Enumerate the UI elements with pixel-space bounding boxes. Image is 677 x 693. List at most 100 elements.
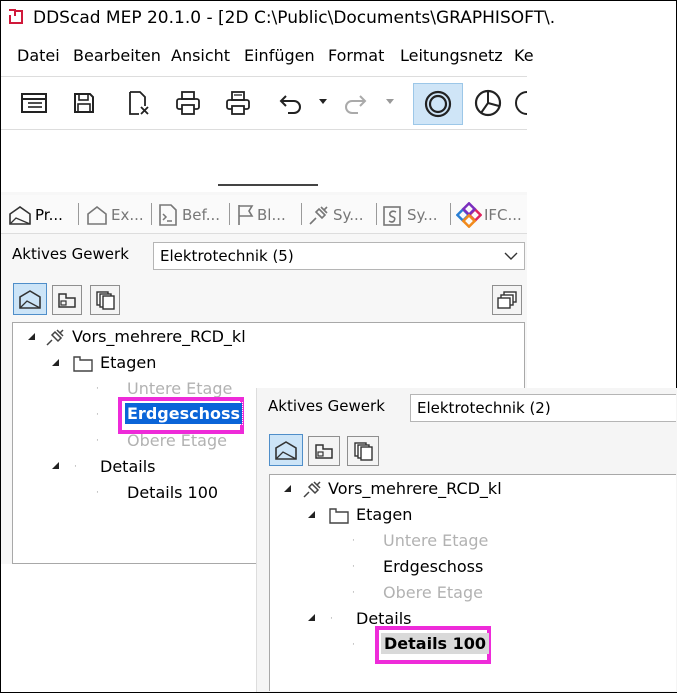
window-title: DDScad MEP 20.1.0 - [2D C:\Public\Docume… <box>33 8 556 28</box>
gewerk-select-2[interactable]: Elektrotechnik (2) <box>410 394 676 422</box>
tree-dot: · <box>352 640 355 650</box>
tab-ifc[interactable]: IFC... <box>456 201 522 229</box>
plug-icon <box>46 329 64 346</box>
circle-icon <box>424 90 452 118</box>
collapse-all-button[interactable] <box>492 285 522 315</box>
app-icon <box>8 9 24 25</box>
tree-dot: · <box>96 384 99 394</box>
building-view-button-2[interactable] <box>269 434 303 466</box>
save-icon <box>74 93 94 113</box>
tree-dot: · <box>74 462 77 472</box>
tree-dot: · <box>96 436 99 446</box>
menu-einfuegen[interactable]: Einfügen <box>244 46 315 65</box>
tree-details-100[interactable]: Details 100 <box>127 483 218 502</box>
command-document-icon <box>159 204 177 226</box>
plug-icon <box>303 481 321 498</box>
redo-button[interactable] <box>339 87 373 119</box>
tree-details-100-selected[interactable]: Details 100 <box>381 633 490 654</box>
folder-icon <box>329 508 349 524</box>
floor-view-button[interactable] <box>52 285 82 315</box>
menu-leitungsnetz[interactable]: Leitungsnetz <box>400 46 503 65</box>
tab-project[interactable]: Pr... <box>7 201 63 229</box>
floor-plan-icon <box>58 293 76 308</box>
tree-dot: · <box>330 614 333 624</box>
tab-system-2[interactable]: Sy... <box>381 201 438 229</box>
gewerk-select[interactable]: Elektrotechnik (5) <box>153 242 525 270</box>
menu-more[interactable]: Ke <box>514 46 534 65</box>
tree-untere-etage-2[interactable]: Untere Etage <box>383 531 488 550</box>
expand-arrow-icon[interactable] <box>52 462 59 469</box>
expand-arrow-icon[interactable] <box>284 485 291 492</box>
redo-icon <box>345 95 367 114</box>
tree-root-2[interactable]: Vors_mehrere_RCD_kl <box>328 479 502 498</box>
circle-view-button[interactable] <box>413 83 463 125</box>
pie-chart-icon <box>474 89 502 117</box>
expand-arrow-icon[interactable] <box>52 359 59 366</box>
redo-dropdown-icon[interactable] <box>386 99 394 104</box>
layers-view-button[interactable] <box>90 285 120 315</box>
properties-icon <box>21 93 47 113</box>
tab-system-1[interactable]: Sy... <box>307 201 364 229</box>
expand-arrow-icon[interactable] <box>308 511 315 518</box>
print-preview-icon <box>226 91 250 115</box>
tab-separator <box>301 203 302 225</box>
tab-bl[interactable]: Bl... <box>235 201 286 229</box>
building-icon <box>275 441 297 460</box>
properties-button[interactable] <box>17 87 51 119</box>
tree-dot: · <box>352 588 355 598</box>
floor-plan-icon <box>315 444 333 459</box>
tree-erdgeschoss-2[interactable]: Erdgeschoss <box>383 557 483 576</box>
building-view-button[interactable] <box>13 283 47 315</box>
tree-root[interactable]: Vors_mehrere_RCD_kl <box>72 327 246 346</box>
splitter-handle[interactable] <box>218 184 318 186</box>
pie-chart-button[interactable] <box>471 87 505 119</box>
print-icon <box>176 91 200 115</box>
flag-icon <box>238 205 254 225</box>
menu-format[interactable]: Format <box>328 46 384 65</box>
gewerk-label-2: Aktives Gewerk <box>268 397 385 415</box>
plug-icon <box>309 206 328 225</box>
building-icon <box>19 290 41 309</box>
undo-dropdown-icon[interactable] <box>319 99 327 104</box>
schematic-icon <box>383 206 401 226</box>
tree-obere-etage-2[interactable]: Obere Etage <box>383 583 483 602</box>
floor-view-button-2[interactable] <box>308 436 340 466</box>
menu-bearbeiten[interactable]: Bearbeiten <box>73 46 161 65</box>
undo-button[interactable] <box>273 87 307 119</box>
undo-icon <box>279 95 301 114</box>
tab-separator <box>229 203 230 225</box>
tree-dot: · <box>96 410 99 420</box>
tree-erdgeschoss-selected[interactable]: Erdgeschoss <box>123 402 244 425</box>
tab-separator <box>151 203 152 225</box>
expand-arrow-icon[interactable] <box>28 333 35 340</box>
house-outline-icon <box>87 205 107 225</box>
save-button[interactable] <box>67 87 101 119</box>
tree-dot: · <box>96 488 99 498</box>
more-toolbar-button[interactable] <box>515 87 527 119</box>
menu-datei[interactable]: Datei <box>17 46 60 65</box>
gewerk-label: Aktives Gewerk <box>12 245 129 263</box>
panel-tabs: Pr... Ex... Bef... Bl... Sy... Sy... IFC… <box>1 195 527 234</box>
tree-etagen[interactable]: Etagen <box>100 353 156 372</box>
ifc-logo-icon <box>456 202 482 228</box>
title-bar: DDScad MEP 20.1.0 - [2D C:\Public\Docume… <box>1 1 555 35</box>
tab-export[interactable]: Ex... <box>85 201 144 229</box>
print-button[interactable] <box>171 87 205 119</box>
layers-icon <box>96 291 115 310</box>
tab-commands[interactable]: Bef... <box>156 201 220 229</box>
tree-details[interactable]: Details <box>100 457 155 476</box>
tree-etagen-2[interactable]: Etagen <box>356 505 412 524</box>
menu-bar: Datei Bearbeiten Ansicht Einfügen Format… <box>1 36 534 74</box>
menu-ansicht[interactable]: Ansicht <box>171 46 230 65</box>
tab-separator <box>376 203 377 225</box>
tree-obere-etage[interactable]: Obere Etage <box>127 431 227 450</box>
close-document-button[interactable] <box>121 87 155 119</box>
gewerk-select-value-2: Elektrotechnik (2) <box>417 399 551 417</box>
toolbar <box>1 76 527 130</box>
expand-arrow-icon[interactable] <box>308 614 315 621</box>
partial-tool-icon <box>515 91 527 115</box>
print-preview-button[interactable] <box>221 87 255 119</box>
layers-view-button-2[interactable] <box>347 436 379 466</box>
close-document-icon <box>129 91 149 115</box>
tree-untere-etage[interactable]: Untere Etage <box>127 379 232 398</box>
